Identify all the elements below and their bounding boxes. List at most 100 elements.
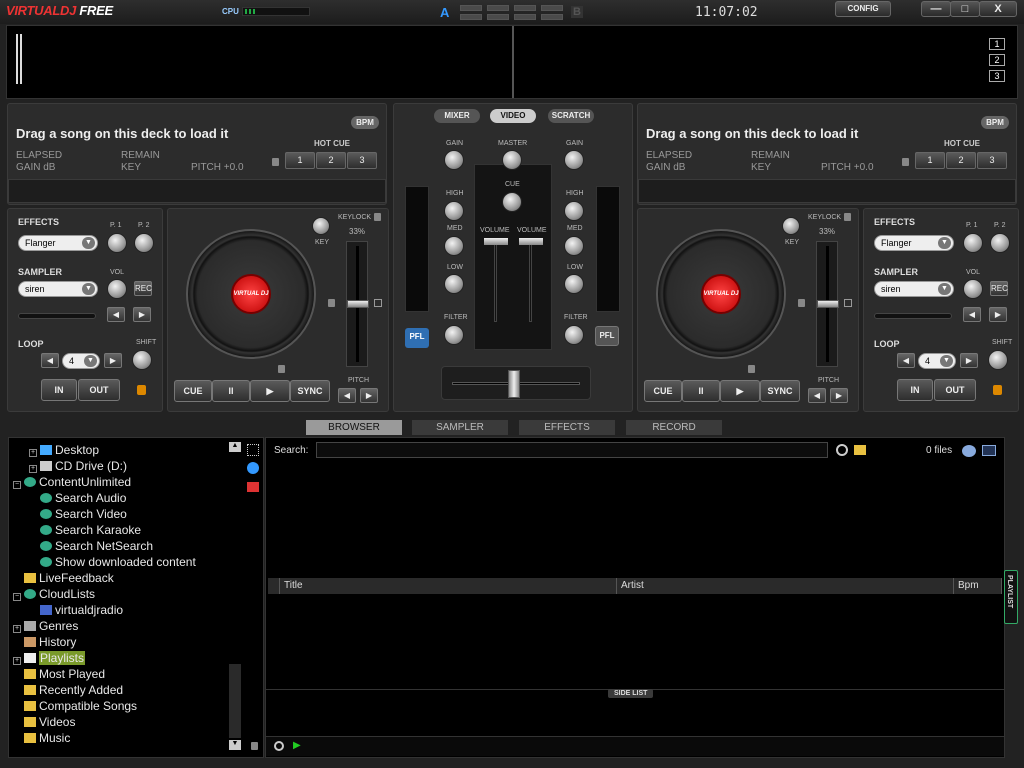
crossfader[interactable] [441,366,591,400]
monitor-icon[interactable] [982,445,996,456]
maximize-button[interactable]: □ [950,1,980,17]
tree-item[interactable]: + CD Drive (D:) [29,458,127,474]
tree-item[interactable]: Videos [13,714,75,730]
lock-icon[interactable] [374,213,381,221]
folder-tree[interactable]: + Desktop + CD Drive (D:) − ContentUnlimited S… [8,437,264,758]
column-header-artist[interactable]: Artist [617,578,954,594]
loop-in-button[interactable]: IN [897,379,933,401]
layout-segment[interactable] [514,14,536,20]
filter-knob-left[interactable] [444,325,464,345]
tree-scrollbar[interactable]: ▲ ▼ [228,438,242,758]
expand-icon[interactable]: + [29,465,37,473]
tree-item[interactable]: Recently Added [13,682,123,698]
tab-record[interactable]: RECORD [626,420,722,435]
low-knob-right[interactable] [564,274,584,294]
loop-double-button[interactable]: ▶ [104,353,122,368]
side-list-toggle[interactable]: SIDE LIST [608,689,654,698]
bpm-button[interactable]: BPM [351,116,379,129]
tree-item[interactable]: Show downloaded content [29,554,196,570]
tree-item[interactable]: Search Audio [29,490,126,506]
loop-halve-button[interactable]: ◀ [41,353,59,368]
sampler-vol-knob[interactable] [107,279,127,299]
collapse-icon[interactable]: − [13,481,21,489]
layout-segment[interactable] [487,14,509,20]
lock-icon[interactable] [798,299,805,307]
wave-zoom-2[interactable]: 2 [989,54,1005,66]
loop-shift-knob[interactable] [132,350,152,370]
pitch-up-button[interactable]: ▶ [360,388,378,403]
tree-item[interactable]: − CloudLists [13,586,95,602]
high-knob-left[interactable] [444,201,464,221]
scroll-down-button[interactable]: ▼ [229,740,241,750]
p1-knob[interactable] [963,233,983,253]
loop-in-button[interactable]: IN [41,379,77,401]
loop-out-button[interactable]: OUT [934,379,976,401]
filter-knob-right[interactable] [564,325,584,345]
hot-cue-2[interactable]: 2 [946,152,976,169]
volume-fader-left[interactable] [484,238,508,328]
globe-icon[interactable] [962,445,976,457]
p2-knob[interactable] [134,233,154,253]
layout-segment[interactable] [460,5,482,11]
sampler-next-button[interactable]: ▶ [133,307,151,322]
sampler-next-button[interactable]: ▶ [989,307,1007,322]
tree-item[interactable]: virtualdjradio [29,602,123,618]
expand-icon[interactable]: + [13,625,21,633]
pitch-down-button[interactable]: ◀ [338,388,356,403]
tree-item[interactable]: Search NetSearch [29,538,153,554]
pause-button[interactable]: II [212,380,250,402]
tab-video[interactable]: VIDEO [490,109,536,123]
search-icon[interactable] [836,444,848,456]
med-knob-right[interactable] [564,236,584,256]
loop-out-button[interactable]: OUT [78,379,120,401]
key-knob[interactable] [312,217,330,235]
loop-double-button[interactable]: ▶ [960,353,978,368]
effect-select[interactable]: Flanger ▼ [18,235,98,251]
layout-segment[interactable] [514,5,536,11]
lock-icon[interactable] [844,213,851,221]
rec-button[interactable]: REC [134,281,152,296]
tree-item[interactable]: Compatible Songs [13,698,137,714]
cue-button[interactable]: CUE [644,380,682,402]
layout-segment[interactable] [541,14,563,20]
close-button[interactable]: X [979,1,1017,17]
low-knob-left[interactable] [444,274,464,294]
lock-icon[interactable] [251,742,258,750]
sampler-prev-button[interactable]: ◀ [107,307,125,322]
column-header-bpm[interactable]: Bpm [954,578,1002,594]
hot-cue-1[interactable]: 1 [285,152,315,169]
pitch-down-button[interactable]: ◀ [808,388,826,403]
expand-icon[interactable]: + [13,657,21,665]
tab-sampler[interactable]: SAMPLER [412,420,508,435]
sync-button[interactable]: SYNC [290,380,330,402]
layout-segment[interactable] [541,5,563,11]
play-button[interactable]: ▶ [250,380,290,402]
pfl-right-button[interactable]: PFL [595,326,619,346]
collapse-icon[interactable]: − [13,593,21,601]
volume-fader-right[interactable] [519,238,543,328]
p1-knob[interactable] [107,233,127,253]
tab-mixer[interactable]: MIXER [434,109,480,123]
deck-a-indicator[interactable]: A [440,5,449,20]
cue-button[interactable]: CUE [174,380,212,402]
tree-item[interactable]: Search Video [29,506,127,522]
play-button[interactable]: ▶ [720,380,760,402]
p2-knob[interactable] [990,233,1010,253]
playlist-side-tab[interactable]: PLAYLIST [1004,570,1018,624]
lock-icon[interactable] [328,299,335,307]
hot-cue-3[interactable]: 3 [977,152,1007,169]
med-knob-left[interactable] [444,236,464,256]
deck-b-indicator[interactable]: B [571,6,583,18]
crossfader-handle[interactable] [508,370,520,398]
sampler-vol-knob[interactable] [963,279,983,299]
master-knob[interactable] [502,150,522,170]
layout-segment[interactable] [487,5,509,11]
tree-item[interactable]: Music [13,730,70,746]
lock-icon[interactable] [748,365,755,373]
pitch-slider[interactable] [346,241,369,367]
tab-effects[interactable]: EFFECTS [519,420,615,435]
lock-icon[interactable] [993,385,1002,395]
folder-search-icon[interactable] [854,445,866,455]
delete-folder-icon[interactable] [247,482,259,492]
tab-scratch[interactable]: SCRATCH [548,109,594,123]
